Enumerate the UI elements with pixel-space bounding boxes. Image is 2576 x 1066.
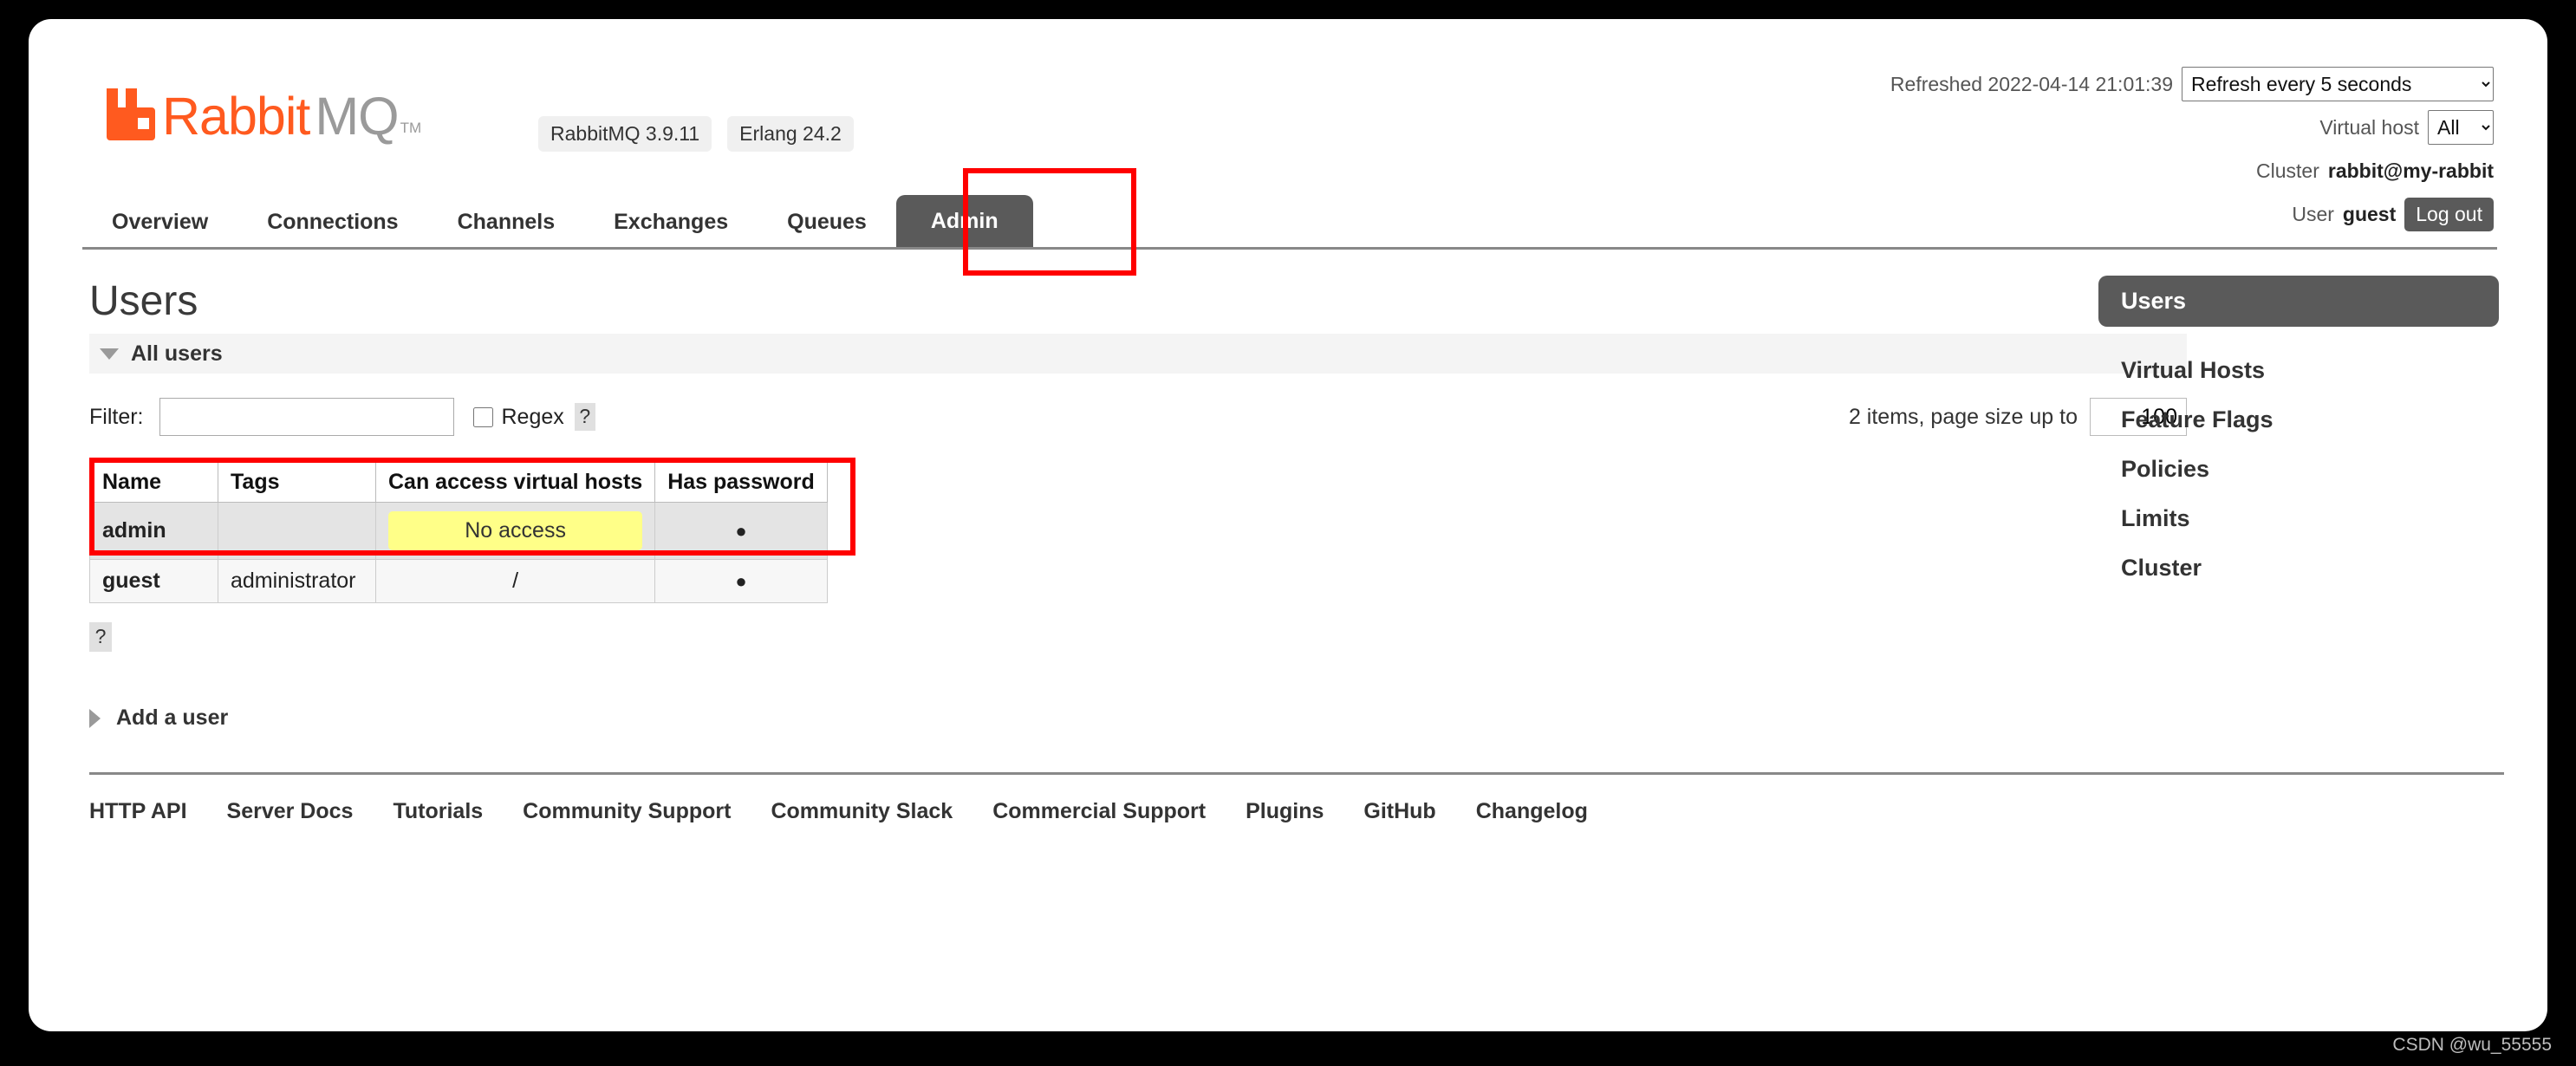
cluster-name: rabbit@my-rabbit [2327, 159, 2494, 182]
cell-has-password: ● [654, 559, 828, 603]
regex-checkbox[interactable] [472, 406, 493, 427]
no-access-badge: No access [388, 511, 643, 550]
add-a-user-section-toggle[interactable]: Add a user [89, 705, 315, 731]
logo-text-mq: MQ [315, 87, 399, 146]
table-help-icon[interactable]: ? [89, 622, 112, 652]
users-table: Name Tags Can access virtual hosts Has p… [89, 462, 828, 603]
footer-link-tutorials[interactable]: Tutorials [393, 799, 483, 824]
filter-help-icon[interactable]: ? [574, 403, 595, 431]
tab-connections[interactable]: Connections [237, 198, 427, 247]
tab-channels[interactable]: Channels [428, 198, 585, 247]
tab-admin[interactable]: Admin [895, 195, 1033, 247]
table-row[interactable]: admin No access ● [89, 502, 828, 560]
footer-link-changelog[interactable]: Changelog [1476, 799, 1588, 824]
refresh-row: Refreshed 2022-04-14 21:01:39 Refresh ev… [1890, 62, 2494, 106]
chevron-down-icon [100, 348, 119, 360]
column-header-name[interactable]: Name [89, 462, 218, 503]
main-navigation: Overview Connections Channels Exchanges … [82, 184, 2497, 250]
filter-label: Filter: [89, 404, 144, 429]
table-row[interactable]: guest administrator / ● [89, 559, 828, 603]
app-header: Rabbit MQ TM RabbitMQ 3.9.11 Erlang 24.2… [29, 19, 2547, 231]
filter-input[interactable] [159, 398, 454, 436]
main-column: Users All users Filter: Regex ? 2 items,… [89, 250, 2504, 824]
page-title: Users [89, 278, 198, 324]
cell-user-vhosts: No access [374, 502, 656, 560]
rabbit-logo-icon [107, 88, 155, 140]
refresh-interval-select[interactable]: Refresh every 5 seconds [2182, 67, 2494, 101]
tab-queues[interactable]: Queues [758, 198, 896, 247]
sidebar-item-feature-flags[interactable]: Feature Flags [2098, 395, 2499, 445]
admin-sidebar: Users Virtual Hosts Feature Flags Polici… [2098, 276, 2499, 593]
sidebar-item-virtual-hosts[interactable]: Virtual Hosts [2098, 346, 2499, 395]
column-header-vhosts[interactable]: Can access virtual hosts [374, 462, 656, 503]
footer-link-server-docs[interactable]: Server Docs [227, 799, 354, 824]
table-header-row: Name Tags Can access virtual hosts Has p… [89, 462, 828, 503]
cell-has-password: ● [654, 502, 828, 560]
add-user-label: Add a user [116, 705, 229, 730]
all-users-section-header[interactable]: All users [89, 334, 2187, 374]
tab-overview[interactable]: Overview [82, 198, 237, 247]
cell-user-tags: administrator [218, 559, 376, 603]
regex-label: Regex [501, 404, 564, 429]
column-header-tags[interactable]: Tags [218, 462, 376, 503]
vhost-label: Virtual host [2319, 115, 2419, 139]
footer-link-github[interactable]: GitHub [1363, 799, 1435, 824]
footer-links: HTTP API Server Docs Tutorials Community… [89, 772, 2504, 824]
sidebar-item-users[interactable]: Users [2098, 276, 2499, 327]
footer-link-commercial-support[interactable]: Commercial Support [992, 799, 1206, 824]
sidebar-item-policies[interactable]: Policies [2098, 445, 2499, 494]
cell-user-tags [218, 502, 376, 560]
cluster-label: Cluster [2256, 159, 2319, 182]
version-badges: RabbitMQ 3.9.11 Erlang 24.2 [538, 116, 854, 152]
sidebar-item-cluster[interactable]: Cluster [2098, 543, 2499, 593]
logo-text-rabbit: Rabbit [162, 87, 310, 146]
vhost-row: Virtual host All [1890, 106, 2494, 149]
chevron-right-icon [89, 708, 101, 728]
items-count-text: 2 items, page size up to [1848, 404, 2078, 429]
footer-link-community-support[interactable]: Community Support [523, 799, 731, 824]
footer-link-plugins[interactable]: Plugins [1246, 799, 1324, 824]
cell-user-name[interactable]: guest [89, 559, 218, 603]
virtual-host-select[interactable]: All [2428, 110, 2494, 145]
section-label: All users [131, 341, 223, 366]
column-header-has-password[interactable]: Has password [654, 462, 828, 503]
filter-row: Filter: Regex ? 2 items, page size up to [89, 384, 2187, 450]
watermark: CSDN @wu_55555 [2392, 1035, 2552, 1055]
tab-exchanges[interactable]: Exchanges [584, 198, 758, 247]
sidebar-item-limits[interactable]: Limits [2098, 494, 2499, 543]
badge-rabbitmq-version: RabbitMQ 3.9.11 [538, 116, 712, 152]
refreshed-timestamp: Refreshed 2022-04-14 21:01:39 [1890, 72, 2173, 95]
cell-user-name[interactable]: admin [89, 502, 218, 560]
footer-link-http-api[interactable]: HTTP API [89, 799, 187, 824]
cell-user-vhosts: / [374, 559, 656, 603]
badge-erlang-version: Erlang 24.2 [727, 116, 854, 152]
app-window: Rabbit MQ TM RabbitMQ 3.9.11 Erlang 24.2… [29, 19, 2547, 1031]
footer-link-community-slack[interactable]: Community Slack [771, 799, 953, 824]
logo-trademark: TM [400, 120, 422, 136]
rabbitmq-logo[interactable]: Rabbit MQ TM [101, 87, 422, 146]
